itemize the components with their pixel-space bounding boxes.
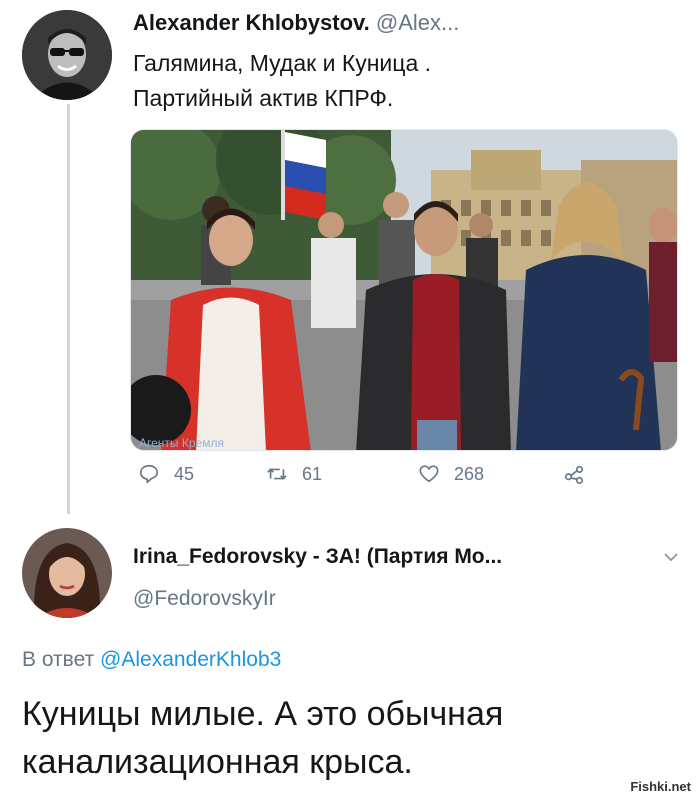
avatar-alexander[interactable] [22, 10, 112, 100]
like-button[interactable]: 268 [418, 460, 484, 488]
like-count: 268 [454, 463, 485, 484]
tweet2-text: Куницы милые. А это обычная канализацион… [22, 690, 682, 786]
heart-icon [419, 465, 439, 483]
tweet1-header: Alexander Khlobystov. @Alex... [133, 8, 459, 38]
reply-icon [139, 464, 159, 484]
tweet1-actions: 45 61 268 [138, 460, 638, 488]
tweet1-photo[interactable]: Агенты Кремля [130, 129, 678, 451]
tweet1-author-name[interactable]: Alexander Khlobystov. [133, 10, 370, 35]
reply-prefix: В ответ [22, 648, 95, 671]
reply-button[interactable]: 45 [138, 460, 194, 488]
tweet1-text: Галямина, Мудак и Куница . Партийный акт… [133, 46, 673, 116]
photo-watermark: Агенты Кремля [139, 436, 224, 451]
tweet1-text-line-2: Партийный актив КПРФ. [133, 85, 394, 111]
tweet1-text-line-1: Галямина, Мудак и Куница . [133, 50, 432, 76]
tweet1-author-handle[interactable]: @Alex... [376, 10, 459, 35]
reply-context: В ответ @AlexanderKhlob3 [22, 646, 281, 674]
retweet-icon [267, 468, 287, 480]
retweet-button[interactable]: 61 [266, 460, 322, 488]
avatar-irina[interactable] [22, 528, 112, 618]
thread-connector-line [67, 104, 70, 514]
tweet2-author-name[interactable]: Irina_Fedorovsky - ЗА! (Партия Мо... [133, 543, 502, 571]
tweet2-text-line-2: канализационная крыса. [22, 743, 413, 781]
chevron-down-icon[interactable] [662, 548, 680, 566]
retweet-count: 61 [302, 463, 323, 484]
reply-mention-link[interactable]: @AlexanderKhlob3 [100, 648, 281, 671]
share-button[interactable] [563, 460, 585, 488]
tweet2-author-handle[interactable]: @FedorovskyIr [133, 585, 276, 613]
russian-flag-icon [139, 450, 155, 451]
share-icon [564, 465, 584, 484]
reply-count: 45 [174, 463, 195, 484]
site-watermark: Fishki.net [630, 779, 691, 794]
tweet2-text-line-1: Куницы милые. А это обычная [22, 695, 504, 733]
